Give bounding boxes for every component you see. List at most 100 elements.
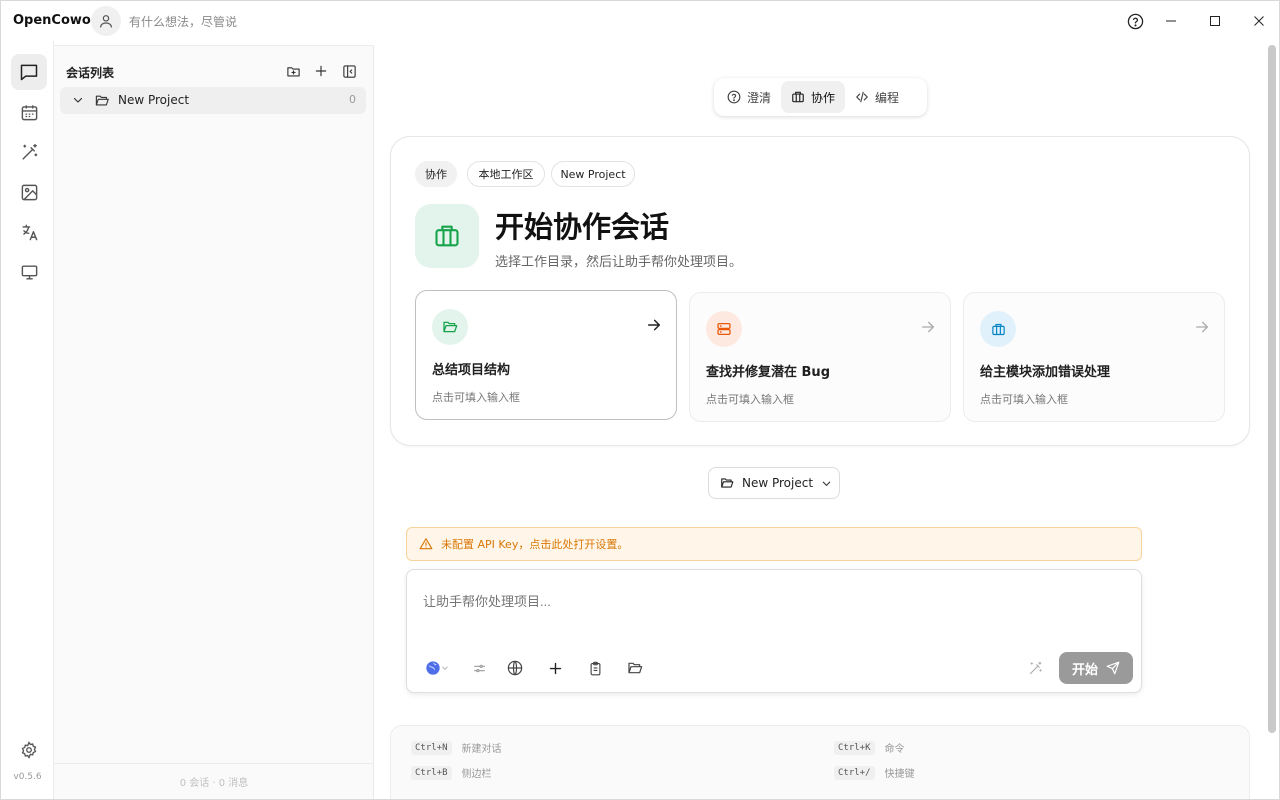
maximize-button[interactable] [1203, 9, 1227, 33]
gear-icon [21, 741, 37, 759]
chevron-down-icon [442, 666, 448, 670]
new-folder-button[interactable] [282, 60, 304, 82]
main-scrollbar[interactable] [1268, 45, 1276, 733]
title-hint[interactable]: 有什么想法，尽管说 [129, 13, 237, 30]
shortcut-key: Ctrl+/ [834, 765, 875, 780]
close-button[interactable] [1247, 9, 1271, 33]
plus-icon [315, 65, 327, 77]
rail-calendar-button[interactable] [11, 94, 47, 130]
suggestion-title: 给主模块添加错误处理 [980, 365, 1111, 380]
model-globe-icon [426, 661, 440, 675]
shortcut-key: Ctrl+B [411, 765, 452, 780]
folder-open-icon [443, 321, 458, 333]
arrow-right-icon [647, 319, 661, 331]
user-avatar-button[interactable] [91, 6, 121, 36]
minimize-button[interactable] [1159, 9, 1183, 33]
shortcut-key: Ctrl+N [411, 740, 452, 755]
model-selector[interactable] [419, 656, 455, 680]
code-icon [856, 91, 868, 103]
send-icon [1106, 661, 1120, 675]
title-bar: OpenCowork 有什么想法，尽管说 [1, 1, 1279, 41]
monitor-icon [21, 264, 37, 280]
suggestion-card-error-handling[interactable]: 给主模块添加错误处理 点击可填入输入框 [963, 292, 1225, 422]
briefcase-icon [435, 225, 459, 247]
shortcut-label: 快捷键 [884, 769, 915, 780]
mode-code-label: 编程 [875, 90, 900, 105]
enhance-prompt-button[interactable] [1023, 656, 1047, 680]
mode-collaborate[interactable]: 协作 [781, 81, 846, 113]
shortcut-item: Ctrl+B 侧边栏 [411, 765, 492, 780]
folder-open-icon [95, 95, 109, 106]
chip-project: New Project [551, 161, 635, 187]
rail-settings-button[interactable] [11, 732, 47, 768]
app-version: v0.5.6 [13, 772, 42, 782]
send-button[interactable]: 开始 [1059, 652, 1133, 684]
rail-image-button[interactable] [11, 174, 47, 210]
help-circle-icon [1127, 13, 1143, 29]
chevron-down-icon [822, 481, 831, 486]
api-key-warning[interactable]: 未配置 API Key，点击此处打开设置。 [406, 527, 1142, 561]
mode-code[interactable]: 编程 [845, 81, 909, 113]
translate-icon [21, 224, 37, 240]
user-icon [100, 15, 112, 28]
folder-open-icon [721, 478, 734, 488]
shortcut-label: 侧边栏 [461, 769, 492, 780]
sliders-icon [473, 664, 485, 672]
suggestion-card-summarize[interactable]: 总结项目结构 点击可填入输入框 [415, 290, 677, 420]
rail-translate-button[interactable] [11, 214, 47, 250]
mode-clarify[interactable]: 澄清 [717, 81, 781, 113]
suggestion-hint: 点击可填入输入框 [980, 393, 1068, 406]
chevron-down-icon[interactable] [72, 94, 84, 106]
options-button[interactable] [467, 656, 491, 680]
api-key-warning-text: 未配置 API Key，点击此处打开设置。 [441, 538, 629, 551]
suggestion-card-fix-bugs[interactable]: 查找并修复潜在 Bug 点击可填入输入框 [689, 292, 951, 422]
rail-chat-button[interactable] [11, 54, 47, 90]
folder-plus-icon [286, 66, 300, 76]
chat-icon [20, 64, 38, 81]
main-panel: 澄清 协作 编程 协作 本地工作区 New Project 开始协作会话 选择工… [374, 45, 1267, 799]
help-button[interactable] [1123, 9, 1147, 33]
question-icon [727, 90, 741, 104]
plus-icon [549, 662, 561, 674]
hero-subtitle: 选择工作目录，然后让助手帮你处理项目。 [495, 255, 743, 270]
hero-title: 开始协作会话 [495, 210, 670, 244]
chip-workspace: 本地工作区 [467, 161, 545, 187]
hero-icon-tile [415, 204, 479, 268]
project-tree-item[interactable]: New Project 0 [60, 87, 366, 114]
clipboard-button[interactable] [583, 656, 607, 680]
magic-wand-icon [21, 143, 37, 160]
suggestion-icon-tile [432, 309, 468, 345]
briefcase-icon [991, 323, 1005, 335]
warning-triangle-icon [419, 538, 433, 550]
project-name: New Project [118, 93, 190, 107]
rail-monitor-button[interactable] [11, 254, 47, 290]
attach-button[interactable] [543, 656, 567, 680]
minimize-icon [1166, 20, 1176, 22]
image-icon [21, 184, 37, 200]
session-start-card: 协作 本地工作区 New Project 开始协作会话 选择工作目录，然后让助手… [390, 136, 1250, 446]
rail-magic-button[interactable] [11, 134, 47, 170]
mode-switcher: 澄清 协作 编程 [714, 78, 927, 116]
briefcase-icon [792, 91, 804, 103]
globe-icon [507, 660, 523, 676]
folder-open-icon [628, 662, 643, 674]
message-input[interactable] [423, 594, 1023, 609]
shortcut-item: Ctrl+/ 快捷键 [834, 765, 915, 780]
session-sidebar: 会话列表 New Project 0 0 会话 · 0 消息 [54, 45, 374, 799]
web-search-button[interactable] [503, 656, 527, 680]
suggestion-hint: 点击可填入输入框 [706, 393, 794, 406]
collapse-sidebar-button[interactable] [338, 60, 360, 82]
panel-collapse-icon [342, 64, 356, 78]
sidebar-title: 会话列表 [66, 66, 115, 80]
shortcut-label: 新建对话 [461, 744, 502, 755]
arrow-right-icon [922, 321, 934, 333]
sidebar-stats: 0 会话 · 0 消息 [54, 763, 374, 799]
chip-mode: 协作 [415, 161, 457, 187]
maximize-icon [1210, 16, 1220, 26]
new-session-button[interactable] [310, 60, 332, 82]
app-window: OpenCowork 有什么想法，尽管说 v0.5.6 会话列表 New Pro… [0, 0, 1280, 800]
project-select[interactable]: New Project [708, 467, 840, 499]
open-folder-button[interactable] [623, 656, 647, 680]
send-button-label: 开始 [1071, 662, 1098, 678]
calendar-icon [21, 104, 37, 120]
